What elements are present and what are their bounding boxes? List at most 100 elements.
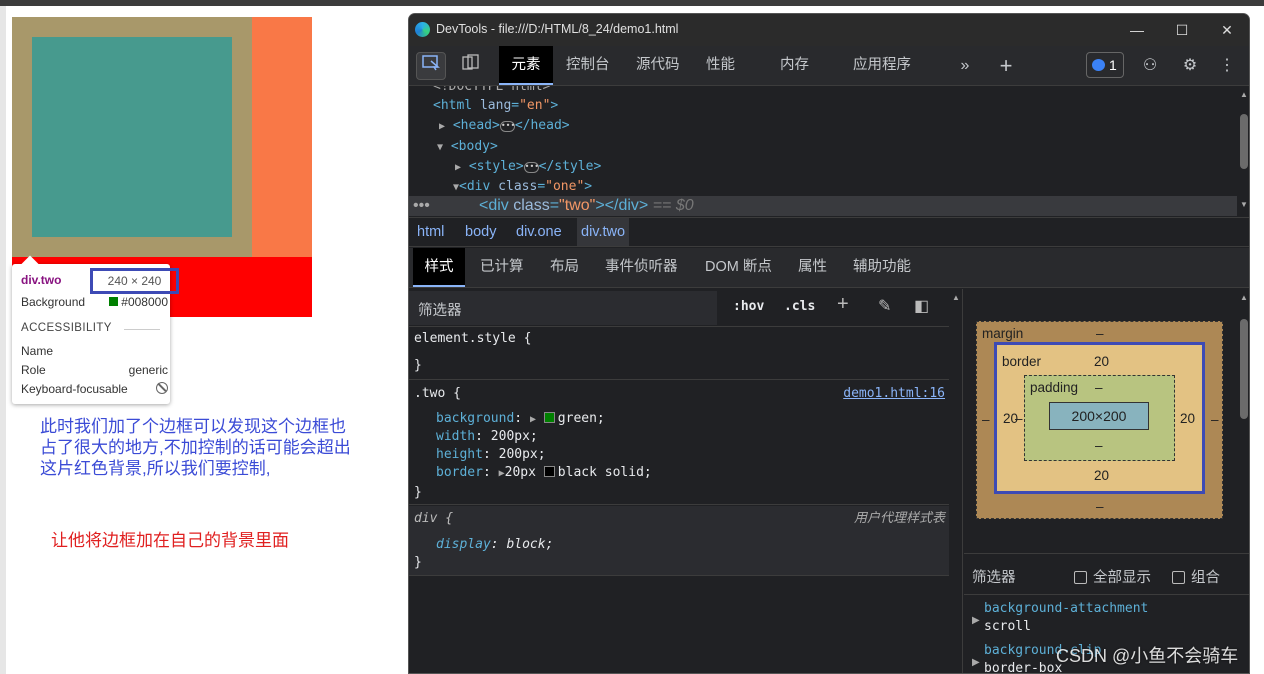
tab-performance[interactable]: 性能 bbox=[706, 46, 735, 85]
row-menu-icon[interactable]: ••• bbox=[413, 196, 430, 215]
close-button[interactable]: ✕ bbox=[1204, 18, 1249, 42]
instruction-note: 让他将边框加在自己的背景里面 bbox=[51, 531, 289, 550]
cls-button[interactable]: .cls bbox=[784, 299, 815, 314]
color-swatch-icon[interactable] bbox=[543, 412, 555, 423]
computed-filter-bar: 筛选器 全部显示 组合 bbox=[964, 553, 1249, 595]
collapse-triangle-icon[interactable]: ▼ bbox=[437, 142, 443, 153]
dom-style-node[interactable]: ▶ <style>•••</style> bbox=[455, 157, 601, 176]
prop-height[interactable]: height: 200px; bbox=[436, 446, 546, 464]
dom-head-node[interactable]: ▶ <head>•••</head> bbox=[439, 116, 570, 135]
ellipsis-icon[interactable]: ••• bbox=[499, 121, 515, 132]
minimize-button[interactable]: — bbox=[1114, 18, 1160, 42]
element-style-close: } bbox=[414, 358, 422, 373]
dom-body-node[interactable]: ▼ <body> bbox=[437, 137, 498, 156]
tab-layout[interactable]: 布局 bbox=[550, 248, 579, 287]
expand-triangle-icon[interactable]: ▶ bbox=[530, 414, 536, 425]
scroll-down-icon[interactable]: ▼ bbox=[1240, 200, 1248, 209]
prop-width[interactable]: width: 200px; bbox=[436, 428, 538, 446]
tooltip-background-value: #008000 bbox=[121, 295, 168, 309]
more-options-icon[interactable]: ⋮ bbox=[1212, 52, 1242, 80]
breadcrumb-div-one[interactable]: div.one bbox=[512, 218, 566, 246]
tab-memory[interactable]: 内存 bbox=[780, 46, 809, 85]
dom-html-node[interactable]: <html lang="en"> bbox=[433, 96, 558, 115]
scrollbar-thumb[interactable] bbox=[1240, 114, 1248, 169]
html-attr: lang bbox=[479, 98, 512, 113]
color-swatch-icon[interactable] bbox=[543, 466, 555, 477]
tooltip-role-value: generic bbox=[128, 363, 168, 377]
prop-background[interactable]: background: ▶ green; bbox=[436, 410, 605, 429]
new-rule-icon[interactable]: + bbox=[837, 293, 849, 316]
computed-filter-input[interactable]: 筛选器 bbox=[972, 566, 1016, 587]
tooltip-role-row: Role generic bbox=[21, 363, 168, 377]
show-all-label: 全部显示 bbox=[1093, 570, 1151, 586]
tab-elements[interactable]: 元素 bbox=[499, 46, 553, 85]
checkbox-icon[interactable] bbox=[1172, 571, 1185, 584]
scroll-up-icon[interactable]: ▲ bbox=[952, 293, 960, 302]
issues-badge[interactable]: 1 bbox=[1086, 52, 1124, 78]
tab-properties[interactable]: 属性 bbox=[798, 248, 827, 287]
edge-logo-icon bbox=[415, 22, 430, 37]
inspect-element-icon[interactable] bbox=[416, 52, 446, 80]
expand-triangle-icon[interactable]: ▶ bbox=[972, 615, 980, 626]
dom-div-two-node[interactable]: <div class="two"></div> == $0 bbox=[479, 196, 694, 215]
tab-accessibility[interactable]: 辅助功能 bbox=[853, 248, 911, 287]
more-tabs-icon[interactable]: » bbox=[950, 52, 980, 80]
device-toolbar-icon[interactable] bbox=[456, 52, 486, 80]
tooltip-selector: div.two bbox=[21, 273, 62, 287]
head-close-tag: </head> bbox=[514, 118, 570, 133]
dom-div-one-node[interactable]: ▼<div class="one"> bbox=[453, 177, 592, 196]
scrollbar-thumb[interactable] bbox=[1240, 319, 1248, 419]
styles-filter-input[interactable]: 筛选器 bbox=[409, 291, 717, 325]
tooltip-role-label: Role bbox=[21, 363, 46, 377]
expand-triangle-icon[interactable]: ▶ bbox=[455, 162, 461, 173]
ellipsis-icon[interactable]: ••• bbox=[523, 162, 539, 173]
breadcrumb-html[interactable]: html bbox=[413, 218, 448, 246]
group-checkbox[interactable]: 组合 bbox=[1172, 566, 1220, 587]
maximize-button[interactable]: ☐ bbox=[1159, 18, 1205, 42]
inspect-tooltip: div.two 240 × 240 Background #008000 ACC… bbox=[12, 255, 179, 404]
expand-triangle-icon[interactable]: ▶ bbox=[439, 121, 445, 132]
prop-name: display bbox=[436, 537, 491, 552]
hov-button[interactable]: :hov bbox=[733, 299, 764, 314]
breadcrumb-div-two[interactable]: div.two bbox=[577, 218, 630, 246]
prop-name: height bbox=[436, 447, 483, 462]
rule-source-link[interactable]: demo1.html:16 bbox=[843, 385, 945, 403]
selected-marker: == $0 bbox=[652, 197, 694, 214]
tab-dom-breakpoints[interactable]: DOM 断点 bbox=[705, 248, 772, 287]
tab-sources[interactable]: 源代码 bbox=[636, 46, 680, 85]
box-model-padding[interactable]: padding – – 200×200 bbox=[1024, 375, 1175, 461]
breadcrumb-body[interactable]: body bbox=[461, 218, 500, 246]
show-all-checkbox[interactable]: 全部显示 bbox=[1074, 566, 1151, 587]
dom-scrollbar[interactable]: ▲ ▼ bbox=[1237, 86, 1249, 216]
add-tab-icon[interactable]: + bbox=[991, 52, 1021, 80]
div-one-attr: class bbox=[498, 179, 538, 194]
devtools-window: DevTools - file:///D:/HTML/8_24/demo1.ht… bbox=[408, 13, 1250, 674]
styles-scrollbar[interactable]: ▲ bbox=[949, 289, 963, 673]
expand-triangle-icon[interactable]: ▶ bbox=[972, 657, 980, 668]
dom-selected-row[interactable]: ••• <div class="two"></div> == $0 bbox=[409, 196, 1237, 216]
prop-border[interactable]: border: ▶20px black solid; bbox=[436, 464, 652, 483]
connections-icon[interactable]: ⚇ bbox=[1135, 52, 1165, 80]
border-label: border bbox=[1002, 354, 1042, 369]
box-model-margin[interactable]: margin – – – – border 20 20 20 20 paddin… bbox=[976, 321, 1223, 519]
paint-brush-icon[interactable]: ✎ bbox=[878, 296, 891, 316]
toggle-sidebar-icon[interactable]: ◧ bbox=[914, 296, 929, 316]
tooltip-name-row: Name bbox=[21, 344, 164, 358]
settings-gear-icon[interactable]: ⚙ bbox=[1175, 52, 1205, 80]
tooltip-keyboard-label: Keyboard-focusable bbox=[21, 382, 128, 396]
scroll-up-icon[interactable]: ▲ bbox=[1240, 90, 1248, 99]
tooltip-background-label: Background bbox=[21, 295, 86, 309]
tab-console[interactable]: 控制台 bbox=[566, 46, 610, 85]
computed-prop[interactable]: background-attachment scroll bbox=[984, 600, 1148, 636]
tab-event-listeners[interactable]: 事件侦听器 bbox=[605, 248, 678, 287]
tab-application[interactable]: 应用程序 bbox=[853, 46, 911, 85]
computed-scrollbar[interactable]: ▲ bbox=[1237, 289, 1249, 673]
box-model-border[interactable]: border 20 20 20 20 padding – – 200×200 – bbox=[994, 342, 1205, 494]
scroll-up-icon[interactable]: ▲ bbox=[1240, 293, 1248, 302]
tab-styles[interactable]: 样式 bbox=[413, 248, 465, 287]
margin-top-value: – bbox=[1096, 326, 1104, 341]
box-model-content[interactable]: 200×200 bbox=[1049, 402, 1149, 430]
not-focusable-icon bbox=[156, 382, 168, 394]
tab-computed[interactable]: 已计算 bbox=[480, 248, 524, 287]
checkbox-icon[interactable] bbox=[1074, 571, 1087, 584]
